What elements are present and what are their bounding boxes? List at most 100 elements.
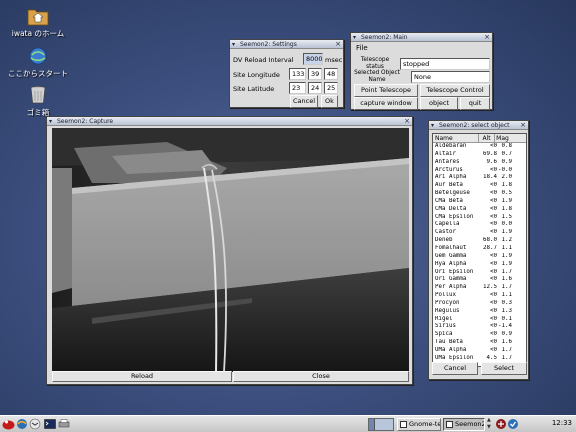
cell-name: Castor <box>435 229 456 236</box>
close-button[interactable]: Close <box>233 371 409 382</box>
cell-name: Hya Alpha <box>435 260 467 267</box>
table-row[interactable]: Procyon <0 0.3 <box>433 300 526 308</box>
cell-alt: <0 <box>490 276 497 283</box>
table-row[interactable]: Altair 69.8 0.7 <box>433 151 526 159</box>
terminal-launcher-icon[interactable] <box>44 418 56 430</box>
task-seemon2-capture[interactable]: Seemon2 C <box>443 418 485 431</box>
table-row[interactable]: Aur Beta <0 1.8 <box>433 182 526 190</box>
mail-launcher-icon[interactable] <box>29 418 41 430</box>
table-row[interactable]: Regulus <0 1.3 <box>433 308 526 316</box>
cell-mag: 1.9 <box>501 260 512 267</box>
gnome-menu-icon[interactable] <box>2 418 15 430</box>
desktop-icon-trash[interactable]: ゴミ箱 <box>3 85 73 118</box>
task-list-arrows-icon[interactable]: ▲ ▼ <box>487 417 493 431</box>
dv-reload-input[interactable]: 8000 <box>303 53 323 65</box>
settings-ok-button[interactable]: Ok <box>321 95 338 108</box>
cell-mag: 0.9 <box>501 331 512 338</box>
longitude-sec-input[interactable]: 48 <box>324 68 338 80</box>
table-row[interactable]: Aldebaran <0 0.8 <box>433 143 526 151</box>
cell-mag: 1.9 <box>501 229 512 236</box>
task-gnome-terminal[interactable]: Gnome-terr <box>397 418 441 431</box>
table-row[interactable]: CMa Epsilon <0 1.5 <box>433 214 526 222</box>
cell-alt: <0 <box>490 331 497 338</box>
table-row[interactable]: Ari Alpha 18.4 2.0 <box>433 174 526 182</box>
select-cancel-button[interactable]: Cancel <box>432 362 478 375</box>
reload-button[interactable]: Reload <box>52 371 232 382</box>
window-menu-icon[interactable]: ▾ <box>49 117 52 125</box>
table-row[interactable]: Castor <0 1.9 <box>433 229 526 237</box>
close-icon[interactable]: × <box>404 117 410 125</box>
settings-cancel-button[interactable]: Cancel <box>290 95 318 108</box>
settings-titlebar[interactable]: ▾ Seemon2: Settings × <box>230 40 343 49</box>
workspace-switcher[interactable] <box>368 418 394 431</box>
table-row[interactable]: Capella <0 0.0 <box>433 221 526 229</box>
cell-name: Sirius <box>435 323 456 330</box>
capture-titlebar[interactable]: ▾ Seemon2: Capture × <box>47 117 412 126</box>
point-telescope-button[interactable]: Point Telescope <box>354 84 418 97</box>
table-row[interactable]: Pollux <0 1.1 <box>433 292 526 300</box>
close-icon[interactable]: × <box>335 40 341 48</box>
cell-mag: 1.8 <box>501 182 512 189</box>
desktop-icon-start-here[interactable]: ここからスタート <box>3 46 73 79</box>
table-row[interactable]: UMa Alpha <0 1.7 <box>433 347 526 355</box>
table-row[interactable]: Per Alpha 12.5 1.7 <box>433 284 526 292</box>
cell-name: Ori Gamma <box>435 276 467 283</box>
table-row[interactable]: Sirius <0 -1.4 <box>433 323 526 331</box>
table-row[interactable]: Spica <0 0.9 <box>433 331 526 339</box>
object-button[interactable]: object <box>420 97 458 110</box>
cell-alt: 12.5 <box>483 284 497 291</box>
window-menu-icon[interactable]: ▾ <box>353 33 356 41</box>
quit-button[interactable]: quit <box>460 97 490 110</box>
terminal-icon <box>400 421 407 428</box>
header-alt[interactable]: Alt <box>479 134 495 142</box>
table-row[interactable]: Arcturus <0 -0.0 <box>433 167 526 175</box>
file-menu[interactable]: File <box>356 44 368 52</box>
table-row[interactable]: Tau Beta <0 1.6 <box>433 339 526 347</box>
cell-mag: 1.6 <box>501 339 512 346</box>
dv-reload-unit: msec <box>325 56 343 64</box>
longitude-min-input[interactable]: 39 <box>308 68 322 80</box>
desktop-icon-home[interactable]: iwata のホーム <box>3 6 73 39</box>
table-row[interactable]: Ori Epsilon <0 1.7 <box>433 269 526 277</box>
telescope-control-button[interactable]: Telescope Control <box>420 84 490 97</box>
browser-launcher-icon[interactable] <box>16 418 28 430</box>
capture-window-button[interactable]: capture window <box>354 97 418 110</box>
longitude-deg-input[interactable]: 133 <box>289 68 306 80</box>
cell-name: Aur Beta <box>435 182 463 189</box>
cell-alt: <0 <box>490 190 497 197</box>
cell-mag: 0.0 <box>501 221 512 228</box>
network-status-icon[interactable] <box>495 418 507 430</box>
close-icon[interactable]: × <box>484 33 490 41</box>
header-mag[interactable]: Mag <box>495 134 511 142</box>
table-row[interactable]: Gem Gamma <0 1.9 <box>433 253 526 261</box>
clock[interactable]: 12:33 <box>552 419 572 427</box>
cell-mag: -0.0 <box>498 166 512 173</box>
printer-launcher-icon[interactable] <box>58 418 70 430</box>
table-row[interactable]: Antares 9.6 0.9 <box>433 159 526 167</box>
cell-name: Fomalhaut <box>435 244 467 251</box>
close-icon[interactable]: × <box>520 121 526 129</box>
table-row[interactable]: Rigel <0 0.1 <box>433 316 526 324</box>
select-titlebar[interactable]: ▾ Seemon2: select object × <box>429 121 528 130</box>
latitude-sec-input[interactable]: 25 <box>324 82 338 94</box>
latitude-min-input[interactable]: 24 <box>308 82 322 94</box>
cell-name: Ari Alpha <box>435 174 467 181</box>
select-button[interactable]: Select <box>481 362 527 375</box>
cell-alt: <0 <box>490 221 497 228</box>
window-title: Seemon2: select object <box>439 122 510 129</box>
window-menu-icon[interactable]: ▾ <box>232 40 235 48</box>
table-row[interactable]: Hya Alpha <0 1.9 <box>433 261 526 269</box>
table-row[interactable]: Deneb 68.0 1.2 <box>433 237 526 245</box>
header-name[interactable]: Name <box>433 134 479 142</box>
main-titlebar[interactable]: ▾ Seemon2: Main × <box>351 33 492 42</box>
table-row[interactable]: CMa Delta <0 1.8 <box>433 206 526 214</box>
table-row[interactable]: Ori Gamma <0 1.6 <box>433 276 526 284</box>
table-row[interactable]: Fomalhaut 28.7 1.1 <box>433 245 526 253</box>
select-object-window: ▾ Seemon2: select object × Name Alt Mag … <box>428 120 529 380</box>
table-row[interactable]: CMa Beta <0 1.9 <box>433 198 526 206</box>
latitude-label: Site Latitude <box>233 85 275 93</box>
table-row[interactable]: Betelgeuse <0 0.5 <box>433 190 526 198</box>
latitude-deg-input[interactable]: 23 <box>289 82 306 94</box>
update-status-icon[interactable] <box>507 418 519 430</box>
window-menu-icon[interactable]: ▾ <box>431 121 434 129</box>
